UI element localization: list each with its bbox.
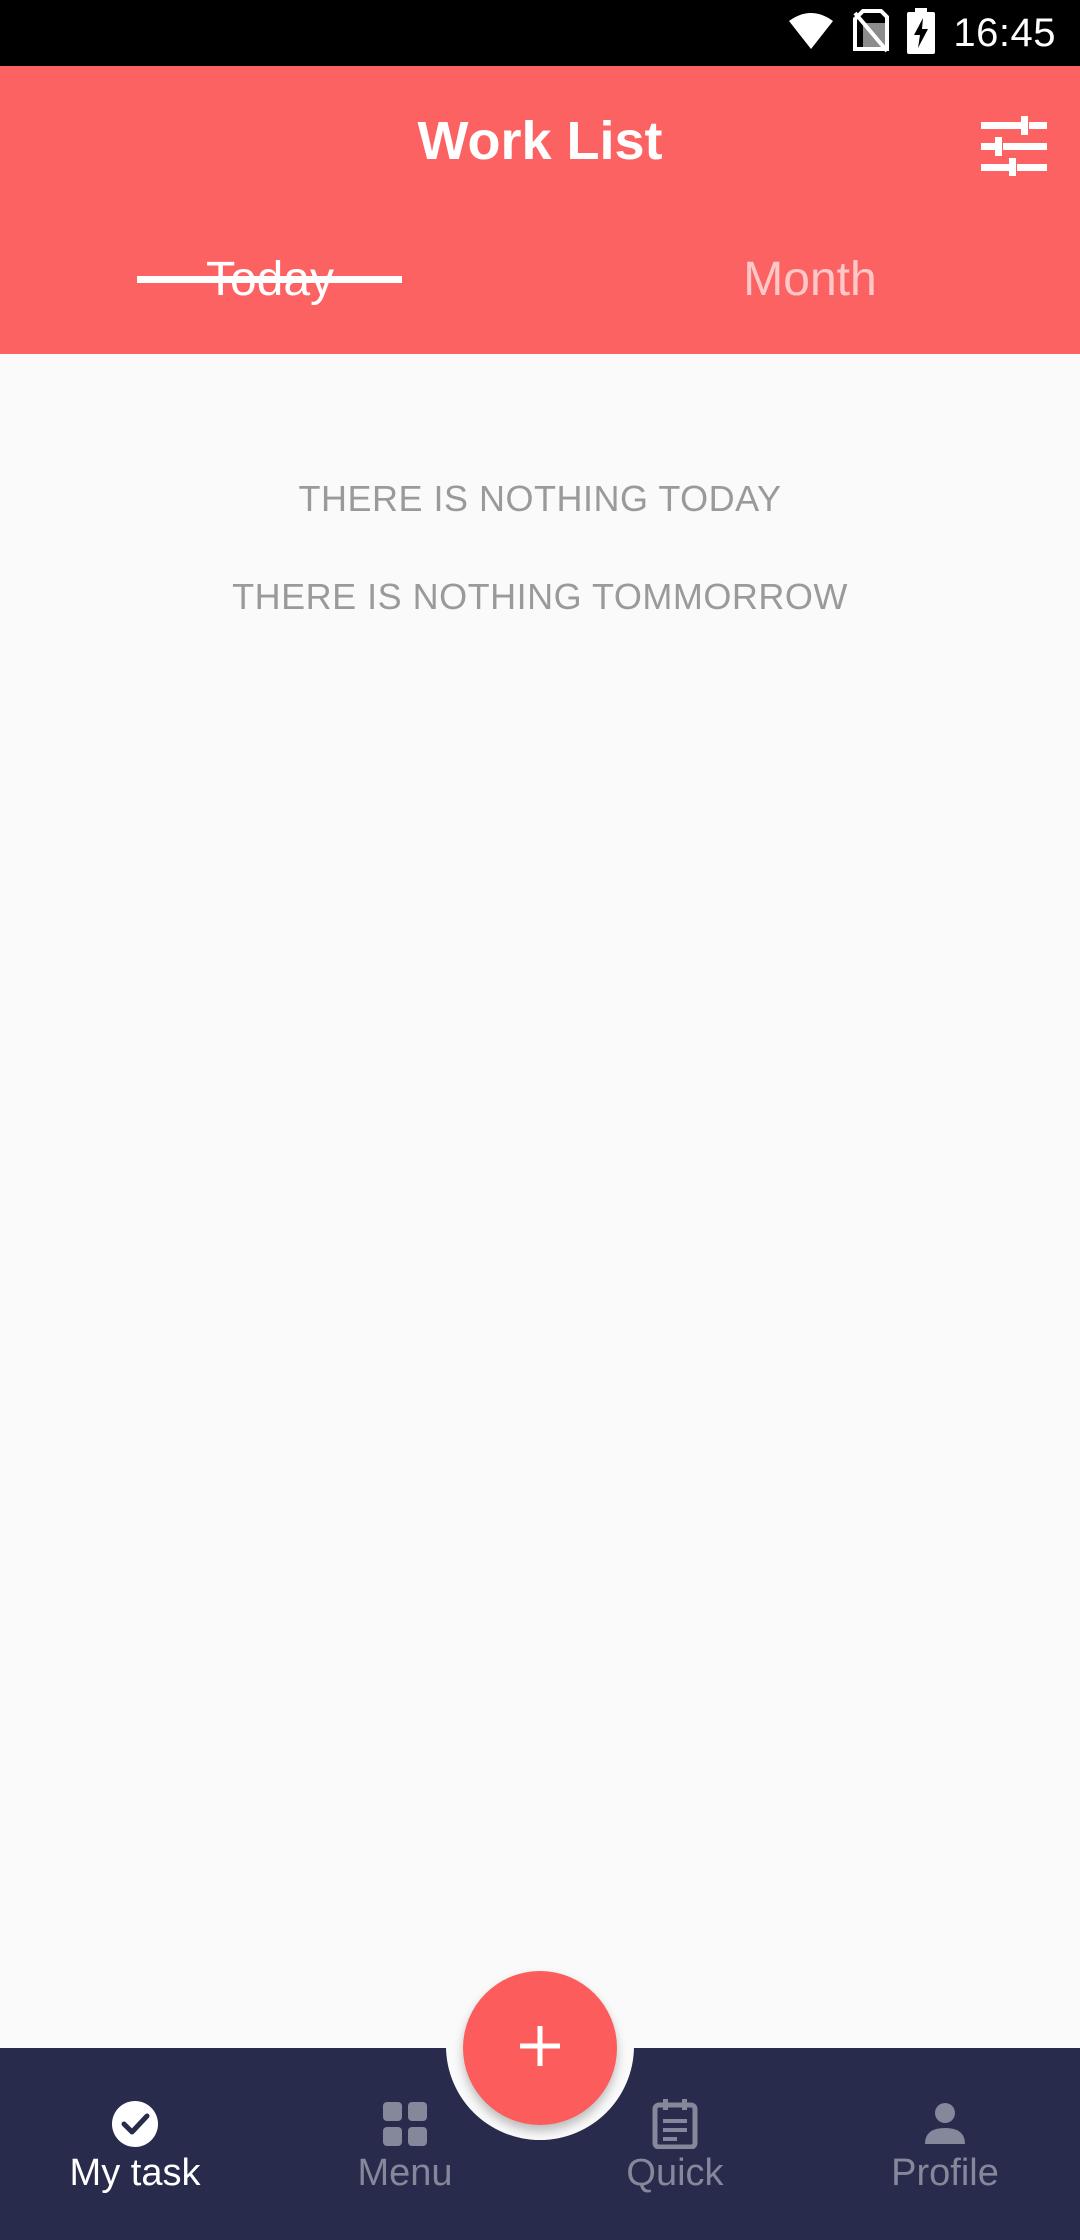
tab-label: Month [743, 253, 877, 306]
nav-label: Menu [357, 2152, 453, 2194]
nav-label: Quick [626, 2152, 724, 2194]
status-time: 16:45 [953, 10, 1056, 55]
empty-tomorrow-message: THERE IS NOTHING TOMMORROW [232, 576, 848, 617]
nav-item-my-task[interactable]: My task [0, 2048, 270, 2240]
wifi-icon [787, 11, 835, 55]
screen: 16:45 Work List Today Month THERE IS NOT… [0, 0, 1080, 2240]
tab-indicator [137, 276, 402, 283]
tab-bar: Today Month [0, 246, 1080, 354]
battery-charging-icon [907, 8, 936, 58]
add-task-button[interactable] [463, 1971, 617, 2125]
nav-label: Profile [891, 2152, 999, 2194]
person-icon [917, 2096, 973, 2152]
no-sim-icon [853, 9, 890, 57]
tab-month[interactable]: Month [540, 246, 1080, 354]
app-bar: Work List Today Month [0, 66, 1080, 354]
task-list: THERE IS NOTHING TODAY THERE IS NOTHING … [0, 354, 1080, 2048]
empty-today-message: THERE IS NOTHING TODAY [298, 478, 782, 519]
nav-label: My task [69, 2152, 201, 2194]
tune-sliders-icon [981, 116, 1047, 180]
tab-today[interactable]: Today [0, 246, 540, 354]
plus-icon [518, 2024, 562, 2072]
status-icons: 16:45 [787, 0, 1056, 66]
calendar-note-icon [647, 2096, 703, 2152]
page-title: Work List [417, 111, 663, 171]
nav-item-profile[interactable]: Profile [810, 2048, 1080, 2240]
filter-button[interactable] [978, 112, 1050, 184]
grid-icon [377, 2096, 433, 2152]
check-circle-icon [107, 2096, 163, 2152]
status-bar: 16:45 [0, 0, 1080, 66]
